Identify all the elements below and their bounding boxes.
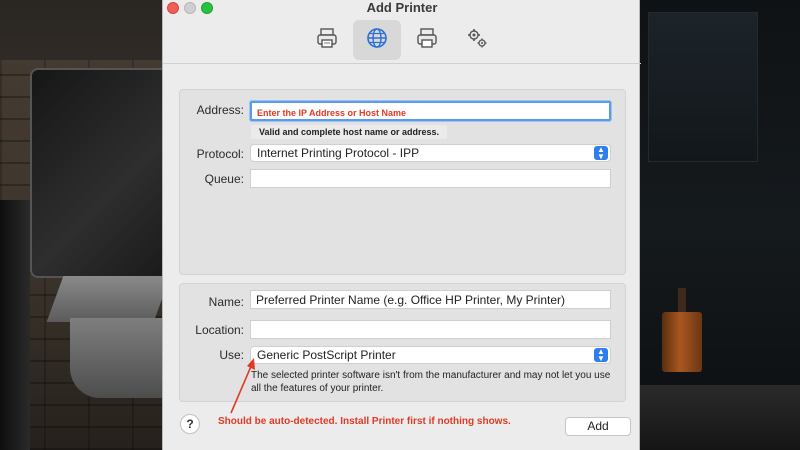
protocol-label: Protocol:: [196, 147, 244, 161]
desktop-background-right: [640, 0, 800, 450]
name-field[interactable]: Preferred Printer Name (e.g. Office HP P…: [250, 290, 611, 309]
help-button[interactable]: ?: [180, 414, 200, 434]
protocol-select-value: Internet Printing Protocol - IPP: [257, 146, 420, 160]
table-image: [640, 385, 800, 450]
cup-stem-image: [678, 288, 686, 314]
laptop-keyboard-image: [46, 276, 162, 322]
chevron-up-down-icon: ▲ ▼: [594, 146, 608, 161]
copper-cup-image: [662, 312, 702, 372]
queue-field[interactable]: [250, 169, 611, 188]
laptop-stand-image: [70, 318, 162, 398]
printer-icon: [415, 26, 439, 55]
use-select[interactable]: Generic PostScript Printer ▲ ▼: [250, 346, 611, 364]
title-bar: Add Printer: [163, 0, 641, 16]
name-label: Name:: [208, 295, 244, 309]
toolbar-divider: [163, 63, 641, 64]
address-field[interactable]: Enter the IP Address or Host Name: [250, 101, 611, 121]
address-label: Address:: [196, 103, 244, 117]
toolbar: [163, 16, 641, 62]
printer-icon: [315, 26, 339, 55]
protocol-select[interactable]: Internet Printing Protocol - IPP ▲ ▼: [250, 144, 611, 162]
desktop-background-left: [0, 0, 162, 450]
queue-label: Queue:: [204, 172, 244, 186]
use-select-value: Generic PostScript Printer: [257, 348, 396, 362]
annotation-note: Should be auto-detected. Install Printer…: [218, 416, 511, 427]
add-printer-window: Add Printer Address: Enter the IP Addres…: [162, 0, 641, 450]
laptop-image: [30, 68, 162, 278]
use-label: Use:: [219, 348, 244, 362]
address-validation-hint: Valid and complete host name or address.: [251, 125, 448, 139]
window-title: Add Printer: [366, 0, 438, 15]
add-button[interactable]: Add: [565, 417, 631, 436]
location-field[interactable]: [250, 320, 611, 339]
toolbar-ip-button[interactable]: [353, 20, 401, 60]
toolbar-default-button[interactable]: [303, 20, 351, 60]
gear-icon: [465, 26, 489, 55]
name-field-text: Preferred Printer Name (e.g. Office HP P…: [256, 293, 565, 307]
use-description: The selected printer software isn't from…: [251, 370, 611, 394]
address-field-text: Enter the IP Address or Host Name: [257, 108, 407, 118]
globe-icon: [365, 26, 389, 55]
chevron-up-down-icon: ▲ ▼: [594, 348, 608, 363]
toolbar-advanced-button[interactable]: [453, 20, 501, 60]
location-label: Location:: [195, 323, 244, 337]
toolbar-windows-button[interactable]: [403, 20, 451, 60]
dark-object-image: [0, 200, 30, 450]
window-image: [648, 12, 758, 162]
